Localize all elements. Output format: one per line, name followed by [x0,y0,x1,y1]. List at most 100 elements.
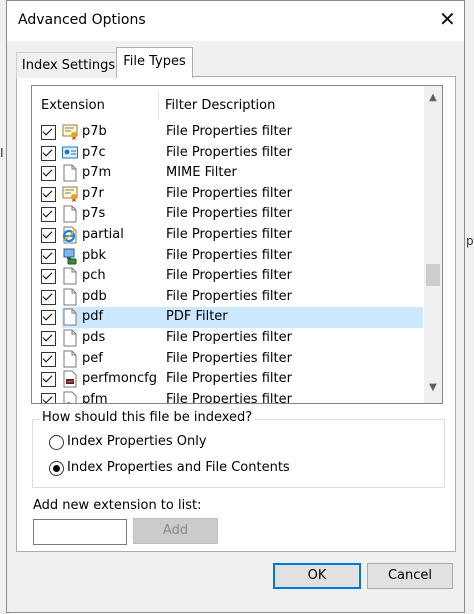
list-row-p7s[interactable]: p7s File Properties filter [32,204,423,225]
index-mode-group [32,419,445,488]
radio-index-properties-and-contents[interactable] [49,461,64,476]
blank-file-icon [62,308,78,326]
extension-name: pfm [82,391,108,404]
list-row-p7c[interactable]: p7c File Properties filter [32,143,423,164]
vertical-scrollbar[interactable]: ▲ ▼ [424,86,442,403]
close-icon[interactable]: ✕ [439,9,456,29]
list-row-pch[interactable]: pch File Properties filter [32,266,423,287]
blank-file-icon [62,350,78,368]
extension-checkbox[interactable] [41,207,56,223]
extension-checkbox[interactable] [41,125,56,140]
background-text-fragment: I [0,146,4,160]
extension-name: p7c [82,144,106,160]
extension-checkbox[interactable] [41,166,56,182]
filter-description: File Properties filter [166,329,292,345]
certificate-icon [62,123,78,141]
add-button[interactable]: Add [133,518,218,544]
extension-name: p7r [82,185,104,201]
list-row-pds[interactable]: pds File Properties filter [32,328,423,349]
scroll-down-icon[interactable]: ▼ [424,382,442,398]
background-window-right-edge [464,0,474,614]
certificate-icon [62,185,78,203]
filter-description: File Properties filter [166,350,292,366]
blank-file-icon [62,288,78,306]
list-row-pdf[interactable]: pdf PDF Filter [32,307,423,328]
extension-name: pds [82,329,106,345]
ok-button[interactable]: OK [273,563,361,589]
extension-checkbox[interactable] [41,145,56,161]
filter-description: File Properties filter [166,226,292,242]
blank-file-icon [62,329,78,347]
blank-file-icon [62,205,78,223]
extension-name: pdf [82,309,104,325]
extension-name: pef [82,350,103,366]
index-mode-legend: How should this file be indexed? [40,410,255,425]
svg-text:a: a [66,400,72,404]
list-row-p7b[interactable]: p7b File Properties filter [32,122,423,143]
extension-name: p7m [82,165,112,181]
extension-checkbox[interactable] [41,269,56,285]
scrollbar-thumb[interactable] [426,264,440,286]
title-bar: Advanced Options ✕ [7,1,464,41]
blank-file-icon [62,267,78,285]
extension-name: pbk [82,247,107,263]
column-header-filter-description[interactable]: Filter Description [165,98,275,113]
extension-checkbox[interactable] [41,310,56,326]
extension-checkbox[interactable] [41,186,56,202]
extension-checkbox[interactable] [41,330,56,346]
list-row-pbk[interactable]: pbk File Properties filter [32,246,423,267]
ie-icon [62,226,78,244]
extension-checkbox[interactable] [41,372,56,388]
scroll-up-icon[interactable]: ▲ [424,92,442,108]
font-file-icon: a [62,391,78,404]
list-row-partial[interactable]: partial File Properties filter [32,225,423,246]
cancel-button[interactable]: Cancel [367,563,453,589]
extension-list[interactable]: Extension Filter Description p7b File Pro… [31,85,443,404]
id-card-icon [62,144,78,162]
list-row-perfmoncfg[interactable]: perfmoncfg File Properties filter [32,369,423,390]
extension-name: p7b [82,124,107,139]
filter-description: File Properties filter [166,391,292,404]
radio-index-properties-only[interactable] [49,435,64,450]
list-rows: p7b File Properties filter p7c File Propert… [32,122,423,404]
list-row-pef[interactable]: pef File Properties filter [32,349,423,370]
column-divider[interactable] [158,90,159,120]
tab-file-types[interactable]: File Types [116,47,193,78]
extension-checkbox[interactable] [41,248,56,264]
filter-description: File Properties filter [166,268,292,284]
radio-label-properties-only[interactable]: Index Properties Only [67,434,207,449]
extension-name: pdb [82,288,107,304]
network-phone-icon [62,247,78,265]
extension-name: perfmoncfg [82,371,158,387]
extension-checkbox[interactable] [41,289,56,305]
add-extension-label: Add new extension to list: [33,498,202,513]
advanced-options-dialog: Advanced Options ✕ Index Settings File T… [6,0,465,613]
extension-name: p7s [82,206,106,222]
extension-name: pch [82,268,106,284]
list-row-p7m[interactable]: p7m MIME Filter [32,163,423,184]
filter-description: File Properties filter [166,185,292,201]
list-row-pdb[interactable]: pdb File Properties filter [32,287,423,308]
list-row-p7r[interactable]: p7r File Properties filter [32,184,423,205]
filter-description: File Properties filter [166,288,292,304]
filter-description: File Properties filter [166,124,292,139]
selection-highlight [62,307,423,328]
list-row-pfm[interactable]: a pfm File Properties filter [32,390,423,404]
filter-description: File Properties filter [166,206,292,222]
extension-checkbox[interactable] [41,351,56,367]
extension-checkbox[interactable] [41,227,56,243]
extension-name: partial [82,226,124,242]
blank-file-icon [62,164,78,182]
add-extension-input[interactable] [33,519,127,545]
tab-index-settings[interactable]: Index Settings [16,52,121,78]
filter-description: File Properties filter [166,371,292,387]
column-header-extension[interactable]: Extension [41,98,105,113]
background-text-fragment: p [466,234,474,248]
perfmon-icon [62,370,78,388]
radio-label-properties-and-contents[interactable]: Index Properties and File Contents [67,460,290,475]
filter-description: File Properties filter [166,144,292,160]
filter-description: File Properties filter [166,247,292,263]
dialog-title: Advanced Options [18,12,146,28]
extension-checkbox[interactable] [41,392,56,403]
filter-description: PDF Filter [166,309,228,325]
